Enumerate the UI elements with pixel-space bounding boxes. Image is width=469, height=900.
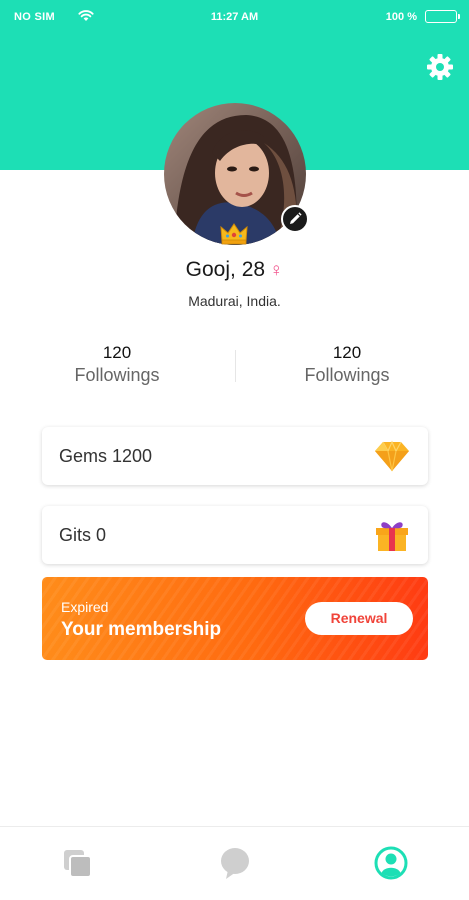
followings-label: Followings: [304, 365, 390, 385]
followings-stat[interactable]: 120 Followings: [267, 343, 427, 386]
female-gender-icon: ♀: [269, 260, 284, 281]
status-bar: NO SIM 11:27 AM 100 %: [0, 0, 469, 34]
edit-profile-button[interactable]: [281, 205, 309, 233]
followings-stat[interactable]: 120 Followings: [37, 343, 197, 386]
gems-card[interactable]: Gems 1200: [42, 427, 428, 485]
cards-icon[interactable]: [60, 845, 96, 881]
chat-bubble-icon[interactable]: [217, 845, 253, 881]
membership-status: Expired: [61, 599, 109, 615]
stat-divider: [235, 350, 236, 382]
gems-label: Gems 1200: [59, 446, 153, 466]
membership-title: Your membership: [61, 619, 222, 640]
gift-icon: [376, 522, 408, 551]
profile-name-row: Gooj, 28 ♀: [0, 258, 469, 282]
followings-count: 120: [102, 343, 132, 362]
followings-label: Followings: [74, 365, 160, 385]
diamond-icon: [375, 440, 409, 472]
membership-banner: Expired Your membership Renewal: [42, 577, 428, 660]
gifts-label: Gits 0: [59, 525, 107, 545]
crown-icon: [220, 223, 248, 245]
profile-location: Madurai, India.: [188, 293, 281, 309]
bottom-tab-bar: [0, 826, 469, 900]
profile-name: Gooj, 28: [185, 258, 266, 281]
profile-icon[interactable]: [373, 845, 409, 881]
battery-percent: 100 %: [385, 11, 417, 23]
pencil-icon: [290, 212, 302, 224]
avatar-container: [164, 103, 309, 245]
followings-count: 120: [332, 343, 362, 362]
renewal-button[interactable]: Renewal: [305, 602, 413, 635]
battery-icon: [425, 10, 460, 23]
gifts-card[interactable]: Gits 0: [42, 506, 428, 564]
settings-gear-icon[interactable]: [425, 52, 455, 82]
